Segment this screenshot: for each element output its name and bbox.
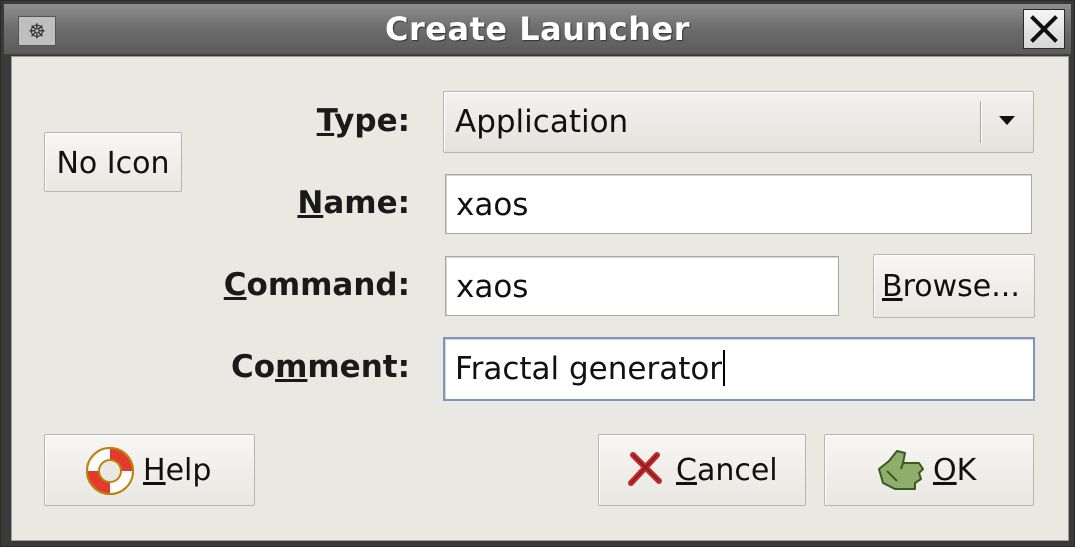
- close-button[interactable]: [1023, 9, 1065, 49]
- name-value: xaos: [456, 187, 529, 223]
- lifebuoy-icon: [86, 447, 134, 495]
- no-icon-button-label: No Icon: [56, 146, 170, 181]
- type-value: Application: [455, 104, 629, 140]
- help-button[interactable]: Help: [44, 434, 255, 506]
- chevron-down-icon: [999, 116, 1015, 125]
- window-title: Create Launcher: [385, 10, 690, 48]
- ok-button[interactable]: OK: [824, 434, 1034, 506]
- command-label: Command:: [223, 267, 410, 303]
- ok-button-label: OK: [933, 453, 977, 488]
- type-combobox[interactable]: Application: [443, 91, 1034, 153]
- browse-button[interactable]: Browse...: [873, 254, 1035, 318]
- command-value: xaos: [456, 269, 529, 305]
- name-field[interactable]: xaos: [445, 174, 1032, 234]
- close-icon: [1030, 15, 1058, 43]
- cross-icon: [628, 452, 662, 486]
- title-bar[interactable]: ☸ Create Launcher: [4, 4, 1071, 55]
- comment-value: Fractal generator: [455, 351, 723, 387]
- comment-label: Comment:: [231, 349, 410, 385]
- type-label: Type:: [316, 103, 410, 139]
- help-button-label: Help: [143, 453, 212, 488]
- comment-value-wrap: Fractal generator: [455, 350, 726, 387]
- dialog-content: No Icon Type: Application Name: xaos Com…: [11, 56, 1069, 541]
- cancel-button-label: Cancel: [676, 453, 778, 488]
- combo-separator: [980, 101, 981, 143]
- name-label: Name:: [297, 185, 410, 221]
- comment-field[interactable]: Fractal generator: [443, 337, 1035, 401]
- no-icon-button[interactable]: No Icon: [44, 132, 182, 192]
- command-field[interactable]: xaos: [445, 256, 839, 316]
- browse-button-label: Browse...: [882, 269, 1020, 304]
- create-launcher-dialog: ☸ Create Launcher No Icon Type: Applicat…: [0, 0, 1075, 547]
- cancel-button[interactable]: Cancel: [598, 434, 806, 506]
- text-caret: [723, 350, 726, 386]
- thumbs-up-icon: [878, 450, 924, 490]
